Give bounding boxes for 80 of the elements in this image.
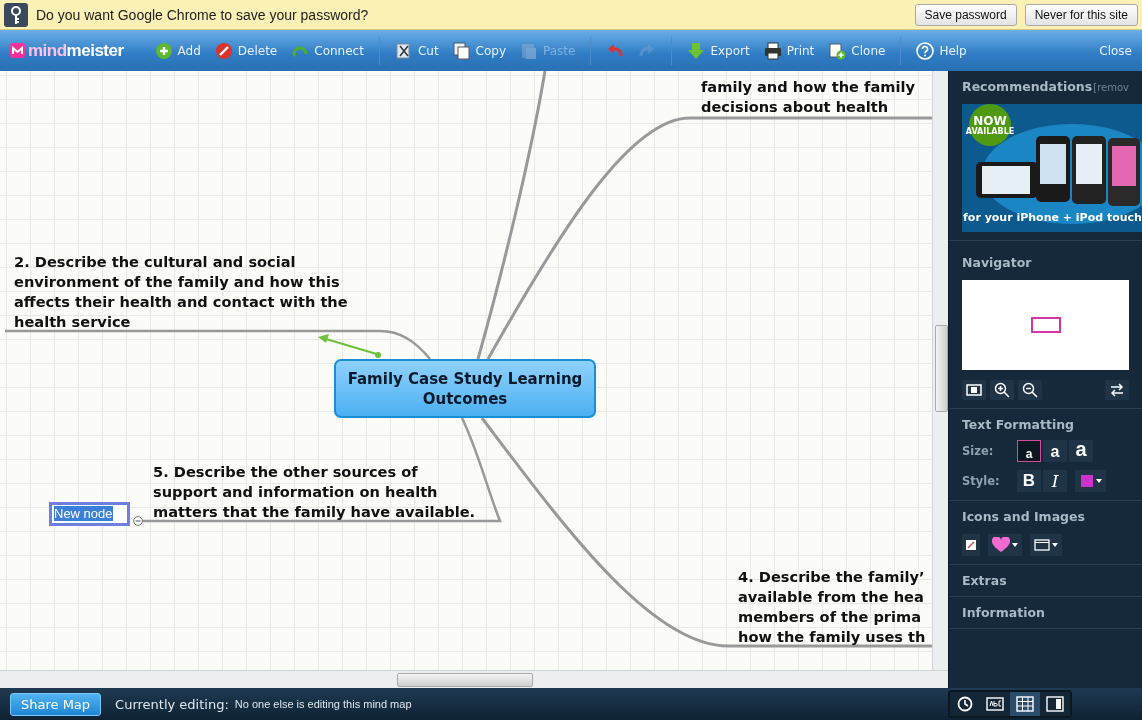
window-icon — [1034, 539, 1050, 551]
export-button[interactable]: Export — [682, 41, 755, 60]
caret-icon — [1052, 543, 1058, 547]
section-title[interactable]: Extras — [962, 573, 1129, 588]
help-button[interactable]: Help — [911, 41, 972, 60]
image-icon — [966, 540, 976, 550]
caret-icon — [1012, 543, 1018, 547]
central-topic[interactable]: Family Case Study Learning Outcomes — [334, 359, 596, 418]
infobar-button[interactable]: Never for this site — [1024, 3, 1138, 26]
infobar-message: Do you want Google Chrome to save your password? — [36, 6, 370, 23]
add-icon — [154, 41, 173, 60]
zoom-in-icon — [994, 382, 1010, 398]
copy-icon — [452, 41, 471, 60]
editing-status: No one else is editing this mind map — [234, 698, 412, 710]
delete-button[interactable]: Delete — [209, 41, 283, 60]
key-icon — [4, 2, 28, 27]
font-size-button[interactable]: a — [1043, 440, 1067, 462]
clone-button[interactable]: Clone — [823, 41, 891, 60]
font-size-button[interactable]: a — [1017, 440, 1041, 462]
export-icon — [687, 41, 706, 60]
connect-button[interactable]: Connect — [286, 41, 369, 60]
style-label: Style: — [962, 474, 1001, 488]
italic-button[interactable]: I — [1043, 470, 1067, 492]
close-link[interactable]: Close — [1099, 43, 1132, 58]
vertical-scrollbar[interactable] — [932, 71, 948, 670]
frame-picker[interactable] — [1030, 534, 1062, 556]
grid-icon — [1016, 696, 1034, 712]
section-title[interactable]: Information — [962, 605, 1129, 620]
print-icon — [763, 41, 782, 60]
bold-button[interactable]: B — [1017, 470, 1041, 492]
logo-icon — [10, 43, 25, 58]
add-button[interactable]: Add — [149, 41, 206, 60]
side-panel-icon — [1046, 696, 1064, 712]
logo-text: meister — [66, 40, 124, 61]
size-label: Size: — [962, 444, 995, 458]
node-edit-field[interactable]: New node — [49, 502, 130, 526]
view-button[interactable] — [980, 692, 1010, 716]
clone-icon — [828, 41, 847, 60]
swap-arrows-icon — [1109, 383, 1125, 397]
section-title: Recommendations — [962, 79, 1093, 94]
font-size-button[interactable]: a — [1069, 440, 1093, 462]
section-title: Navigator — [962, 255, 1033, 270]
section-title: Text Formatting — [962, 417, 1076, 432]
ad-caption: for your iPhone + iPod touch — [962, 211, 1142, 224]
image-button[interactable] — [962, 534, 980, 556]
topic-node[interactable]: family and how the family decisions about health — [701, 77, 915, 117]
zoom-out-icon — [1022, 382, 1038, 398]
view-button[interactable] — [950, 692, 980, 716]
infobar-button[interactable]: Save password — [914, 3, 1017, 26]
zoom-in-button[interactable] — [990, 380, 1014, 400]
horizontal-scrollbar[interactable] — [0, 670, 948, 688]
section-title: Icons and Images — [962, 509, 1086, 524]
copy-button[interactable]: Copy — [447, 41, 512, 60]
fit-button[interactable] — [962, 380, 986, 400]
topic-node[interactable]: 5. Describe the other sources of support and information on health matters that the family have available. — [153, 462, 476, 522]
spellcheck-icon — [986, 696, 1004, 712]
icon-picker[interactable] — [988, 534, 1022, 556]
zoom-out-button[interactable] — [1018, 380, 1042, 400]
logo-text: mind — [28, 40, 67, 61]
collapse-icon[interactable] — [133, 516, 143, 526]
paste-icon — [520, 41, 539, 60]
editing-label: Currently editing: — [115, 696, 229, 712]
help-icon — [916, 41, 935, 60]
print-button[interactable]: Print — [758, 41, 820, 60]
remove-link[interactable]: [remov — [1093, 82, 1129, 93]
history-icon — [956, 696, 974, 712]
view-button[interactable] — [1040, 692, 1070, 716]
viewport-frame[interactable] — [1030, 317, 1061, 333]
badge-label: NOW AVAILABLE — [968, 112, 1012, 138]
fit-icon — [966, 384, 982, 396]
cut-icon — [394, 41, 413, 60]
topic-node[interactable]: 2. Describe the cultural and social environment of the family and how this affects their health and contact with the health service — [14, 252, 348, 332]
color-picker[interactable] — [1075, 470, 1106, 492]
heart-icon — [992, 537, 1010, 553]
view-button[interactable] — [1010, 692, 1040, 716]
caret-icon — [1096, 479, 1102, 483]
topic-node[interactable]: 4. Describe the family’ available from the hea members of the prima how the family uses th — [738, 567, 926, 647]
cut-button[interactable]: Cut — [389, 41, 444, 60]
swap-button[interactable] — [1105, 380, 1129, 400]
delete-icon — [214, 41, 233, 60]
